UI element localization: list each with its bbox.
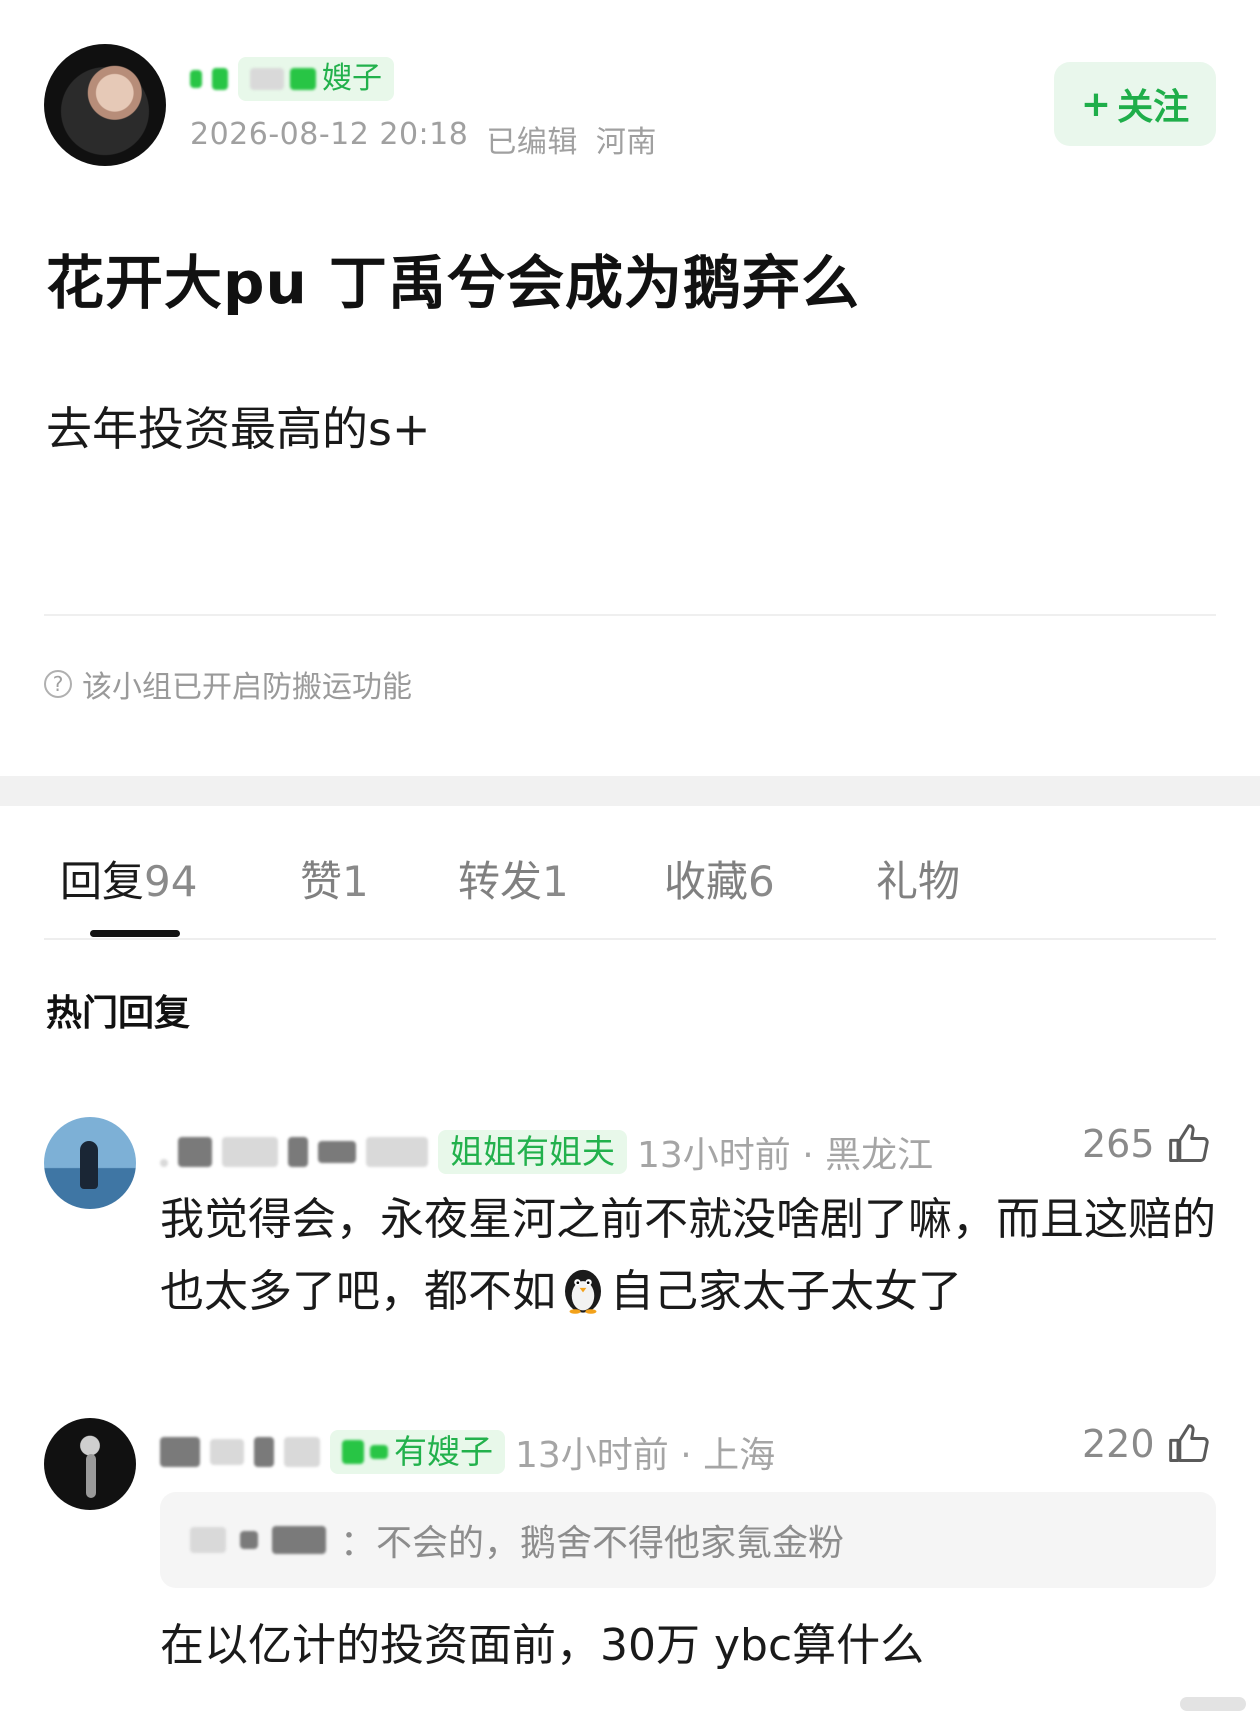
blurred-name-part bbox=[240, 1531, 258, 1549]
divider bbox=[44, 938, 1216, 940]
comment-time-location: 13小时前 · 黑龙江 bbox=[637, 1135, 934, 1176]
blurred-name-part bbox=[160, 1159, 168, 1167]
like-button[interactable]: 220 bbox=[1082, 1422, 1211, 1466]
follow-plus-icon: + bbox=[1080, 83, 1112, 125]
hot-replies-title: 热门回复 bbox=[46, 993, 191, 1034]
active-tab-indicator bbox=[90, 930, 180, 937]
blurred-tag-part bbox=[342, 1440, 364, 1464]
comment-text: 在以亿计的投资面前，30万 ybc算什么 bbox=[160, 1620, 925, 1671]
blurred-name-part bbox=[318, 1141, 356, 1163]
blurred-tag-part bbox=[290, 68, 316, 90]
comment-time-location: 13小时前 · 上海 bbox=[515, 1435, 776, 1476]
tab-label: 回复 bbox=[60, 857, 145, 906]
comment-header: 姐姐有姐夫 13小时前 · 黑龙江 bbox=[160, 1126, 933, 1178]
post-edited: 已编辑 bbox=[486, 125, 578, 160]
blurred-name-part bbox=[190, 70, 202, 88]
tab-reposts[interactable]: 转发1 bbox=[458, 848, 569, 909]
post-meta: 2026-08-12 20:18 已编辑 河南 bbox=[190, 117, 657, 161]
blurred-name-part bbox=[366, 1137, 428, 1167]
comment-header: 有嫂子 13小时前 · 上海 bbox=[160, 1426, 775, 1478]
blurred-name-part bbox=[288, 1137, 308, 1167]
divider bbox=[44, 614, 1216, 616]
tab-favorites[interactable]: 收藏6 bbox=[664, 848, 775, 909]
blurred-name-part bbox=[272, 1526, 326, 1554]
blurred-name-part bbox=[178, 1137, 212, 1167]
group-tag: 嫂子 bbox=[238, 57, 394, 101]
thumbs-up-icon bbox=[1168, 1424, 1209, 1462]
group-tag: 姐姐有姐夫 bbox=[438, 1130, 627, 1174]
tab-likes[interactable]: 赞1 bbox=[300, 848, 369, 909]
like-button[interactable]: 265 bbox=[1082, 1122, 1211, 1166]
follow-button[interactable]: + 关注 bbox=[1054, 62, 1216, 146]
penguin-icon bbox=[565, 1269, 601, 1314]
tab-label: 赞 bbox=[300, 857, 343, 906]
author-avatar[interactable] bbox=[44, 44, 166, 166]
post-body: 去年投资最高的s+ bbox=[46, 402, 431, 456]
tab-count: 1 bbox=[342, 857, 369, 906]
notice-text: 该小组已开启防搬运功能 bbox=[82, 670, 412, 705]
info-circle-icon: ? bbox=[44, 670, 72, 698]
blurred-name-part bbox=[254, 1437, 274, 1467]
follow-label: 关注 bbox=[1117, 87, 1190, 128]
author-name-row[interactable]: 嫂子 bbox=[190, 55, 394, 103]
like-count: 220 bbox=[1082, 1422, 1155, 1466]
post-location: 河南 bbox=[595, 125, 657, 160]
comment-text-part: 自己家太子太女了 bbox=[610, 1266, 962, 1317]
comment-text: 我觉得会，永夜星河之前不就没啥剧了嘛，而且这赔的也太多了吧，都不如 自己家太子太… bbox=[160, 1184, 1220, 1328]
blurred-name-part bbox=[160, 1437, 200, 1467]
group-tag-text: 嫂子 bbox=[322, 61, 382, 96]
tab-replies[interactable]: 回复94 bbox=[60, 848, 197, 909]
tab-count: 94 bbox=[144, 857, 198, 906]
commenter-avatar[interactable] bbox=[44, 1418, 136, 1510]
quoted-text: ：不会的，鹅舍不得他家氪金粉 bbox=[340, 1523, 845, 1564]
tab-label: 礼物 bbox=[876, 857, 961, 906]
blurred-name-part bbox=[210, 1439, 244, 1465]
blurred-name-part bbox=[190, 1527, 226, 1553]
like-count: 265 bbox=[1082, 1122, 1155, 1166]
blurred-name-part bbox=[222, 1137, 278, 1167]
quoted-reply[interactable]: ：不会的，鹅舍不得他家氪金粉 bbox=[160, 1492, 1216, 1588]
tab-count: 1 bbox=[542, 857, 569, 906]
thumbs-up-icon bbox=[1168, 1124, 1209, 1162]
tab-label: 收藏 bbox=[664, 857, 749, 906]
tab-count: 6 bbox=[748, 857, 775, 906]
scroll-indicator bbox=[1180, 1697, 1246, 1711]
group-tag: 有嫂子 bbox=[330, 1430, 505, 1474]
blurred-tag-part bbox=[250, 68, 284, 90]
group-tag-text: 有嫂子 bbox=[394, 1432, 493, 1471]
post-timestamp: 2026-08-12 20:18 bbox=[190, 117, 469, 152]
blurred-name-part bbox=[212, 68, 228, 90]
tab-gifts[interactable]: 礼物 bbox=[876, 848, 960, 909]
blurred-name-part bbox=[284, 1437, 320, 1467]
anti-repost-notice: ? 该小组已开启防搬运功能 bbox=[44, 662, 412, 706]
blurred-tag-part bbox=[370, 1445, 388, 1459]
commenter-avatar[interactable] bbox=[44, 1117, 136, 1209]
tab-label: 转发 bbox=[458, 857, 543, 906]
post-title: 花开大pu 丁禹兮会成为鹅弃么 bbox=[46, 249, 861, 317]
section-separator bbox=[0, 776, 1260, 806]
